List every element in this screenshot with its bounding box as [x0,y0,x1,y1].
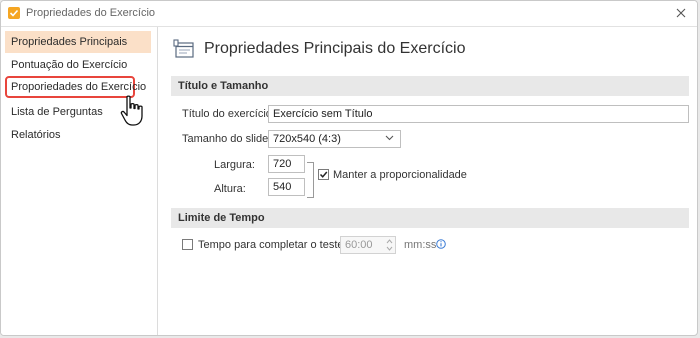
width-label: Largura: [214,159,255,171]
time-limit-stepper[interactable]: 60:00 [340,236,396,254]
slide-size-label: Tamanho do slide: [182,133,272,145]
sidebar-item-quiz-properties[interactable]: Proporiedades do Exercício [5,76,146,98]
close-icon[interactable] [673,5,689,21]
section-time-limit: Limite de Tempo [171,208,689,228]
hand-pointer-icon [120,95,143,126]
main-panel: Propriedades Principais do Exercício Tít… [158,27,697,335]
checkmark-icon [319,171,328,178]
quiz-title-label: Título do exercício [182,108,272,120]
sidebar: Propriedades Principais Pontuação do Exe… [1,27,158,335]
sidebar-item-main-properties[interactable]: Propriedades Principais [5,31,151,53]
time-limit-label: Tempo para completar o teste:: [198,239,350,251]
keep-proportions-label: Manter a proporcionalidade [333,169,467,181]
proportion-bracket [307,162,314,198]
page-settings-icon [173,39,194,58]
keep-proportions-checkbox[interactable] [318,169,329,180]
page-title: Propriedades Principais do Exercício [204,40,466,57]
time-limit-value: 60:00 [345,239,373,251]
dialog-window: Propriedades do Exercício Propriedades P… [0,0,698,336]
app-check-icon [8,7,20,19]
window-title: Propriedades do Exercício [26,7,156,19]
height-input[interactable]: 540 [268,178,305,196]
spinner-arrows-icon [386,239,393,251]
slide-size-value: 720x540 (4:3) [273,133,341,145]
time-limit-checkbox[interactable] [182,239,193,250]
quiz-title-input[interactable]: Exercício sem Título [268,105,689,123]
section-title-size: Título e Tamanho [171,76,689,96]
slide-size-select[interactable]: 720x540 (4:3) [268,130,401,148]
chevron-down-icon [385,135,394,141]
time-format-label: mm:ss [404,239,437,251]
sidebar-item-quiz-score[interactable]: Pontuação do Exercício [5,54,151,76]
title-bar: Propriedades do Exercício [1,1,697,27]
info-icon[interactable] [436,239,446,249]
width-input[interactable]: 720 [268,155,305,173]
height-label: Altura: [214,183,246,195]
